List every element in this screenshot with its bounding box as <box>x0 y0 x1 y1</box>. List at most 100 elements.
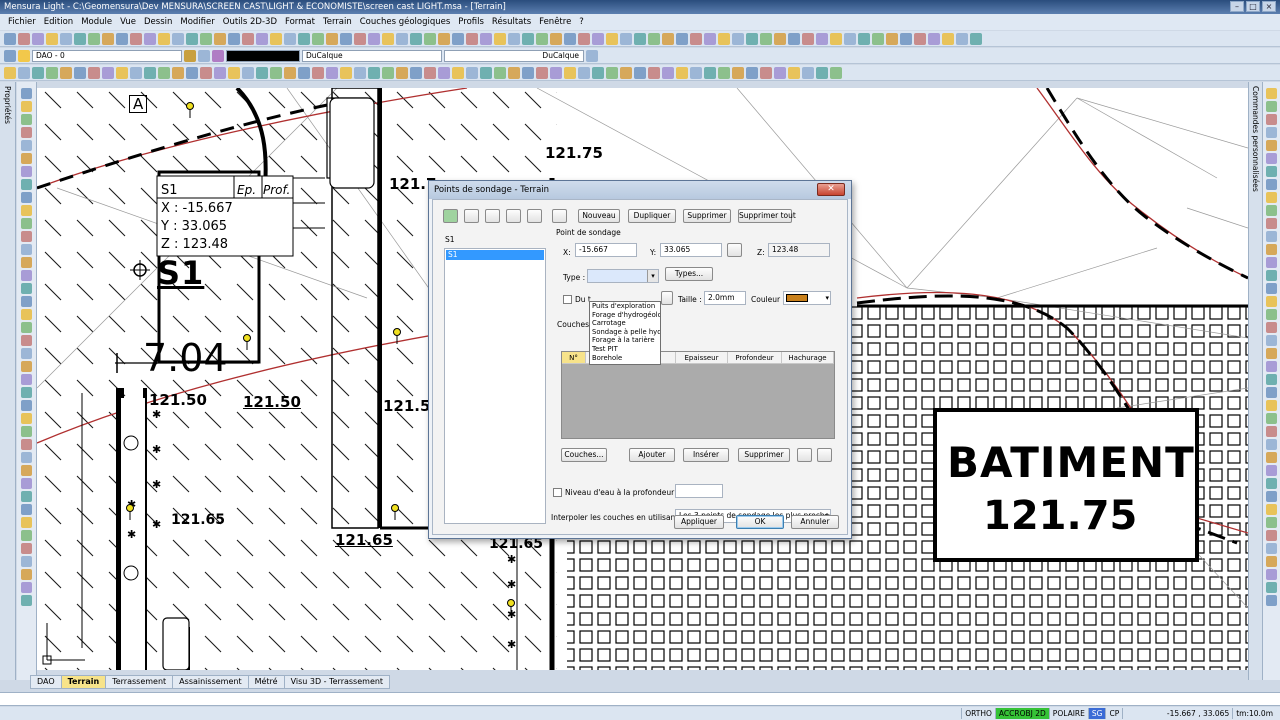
side-tool-icon[interactable] <box>1266 374 1277 385</box>
menu-resultats[interactable]: Résultats <box>488 17 535 27</box>
custom-commands-tab[interactable]: Commandes personnalisées <box>1251 86 1260 192</box>
toolbar-tool-icon[interactable] <box>970 32 982 45</box>
side-tool-icon[interactable] <box>21 348 32 359</box>
side-tool-icon[interactable] <box>1266 257 1277 268</box>
side-tool-icon[interactable] <box>1266 283 1277 294</box>
toolbar-tool-icon[interactable] <box>186 66 198 79</box>
toolbar-tool-icon[interactable] <box>46 32 58 45</box>
tab-assainissement[interactable]: Assainissement <box>172 675 249 689</box>
toolbar-tool-icon[interactable] <box>60 66 72 79</box>
toolbar-tool-icon[interactable] <box>522 66 534 79</box>
arrow-up-green-icon[interactable] <box>464 209 479 223</box>
toolbar-tool-icon[interactable] <box>830 66 842 79</box>
pick-pointer-icon[interactable] <box>552 209 567 223</box>
taille-field[interactable]: 2.0mm <box>704 291 746 305</box>
menu-format[interactable]: Format <box>281 17 319 27</box>
toolbar-tool-icon[interactable] <box>662 32 674 45</box>
tab-visu3d[interactable]: Visu 3D - Terrassement <box>283 675 391 689</box>
close-window-button[interactable]: × <box>1262 1 1276 12</box>
side-tool-icon[interactable] <box>1266 244 1277 255</box>
toolbar-tool-icon[interactable] <box>172 66 184 79</box>
arrow-down-icon[interactable] <box>817 448 832 462</box>
toolbar-tool-icon[interactable] <box>18 66 30 79</box>
side-tool-icon[interactable] <box>1266 413 1277 424</box>
side-tool-icon[interactable] <box>1266 101 1277 112</box>
toolbar-tool-icon[interactable] <box>270 66 282 79</box>
toolbar-tool-icon[interactable] <box>928 32 940 45</box>
side-tool-icon[interactable] <box>21 517 32 528</box>
toolbar-tool-icon[interactable] <box>578 66 590 79</box>
side-tool-icon[interactable] <box>21 335 32 346</box>
toolbar-tool-icon[interactable] <box>732 66 744 79</box>
toolbar-tool-icon[interactable] <box>508 32 520 45</box>
side-tool-icon[interactable] <box>1266 595 1277 606</box>
toolbar-tool-icon[interactable] <box>102 32 114 45</box>
toolbar-tool-icon[interactable] <box>74 66 86 79</box>
toolbar-tool-icon[interactable] <box>130 32 142 45</box>
side-tool-icon[interactable] <box>1266 192 1277 203</box>
toolbar-tool-icon[interactable] <box>382 66 394 79</box>
side-tool-icon[interactable] <box>21 569 32 580</box>
toolbar-tool-icon[interactable] <box>116 66 128 79</box>
ortho-toggle[interactable]: ORTHO <box>961 708 995 719</box>
toolbar-tool-icon[interactable] <box>4 66 16 79</box>
side-tool-icon[interactable] <box>21 439 32 450</box>
supprimer-tout-button[interactable]: Supprimer tout <box>738 209 796 223</box>
import-icon[interactable] <box>443 209 458 223</box>
toolbar-tool-icon[interactable] <box>452 66 464 79</box>
toolbar-tool-icon[interactable] <box>536 66 548 79</box>
side-tool-icon[interactable] <box>21 179 32 190</box>
side-tool-icon[interactable] <box>21 400 32 411</box>
toolbar-tool-icon[interactable] <box>32 66 44 79</box>
tab-terrain[interactable]: Terrain <box>60 675 107 689</box>
toolbar-tool-icon[interactable] <box>18 32 30 45</box>
toolbar-tool-icon[interactable] <box>200 66 212 79</box>
toolbar-tool-icon[interactable] <box>214 66 226 79</box>
side-tool-icon[interactable] <box>21 322 32 333</box>
side-tool-icon[interactable] <box>1266 114 1277 125</box>
side-tool-icon[interactable] <box>21 504 32 515</box>
toolbar-tool-icon[interactable] <box>914 32 926 45</box>
dialog-title-bar[interactable]: Points de sondage - Terrain ✕ <box>429 181 851 199</box>
appliquer-button[interactable]: Appliquer <box>674 515 724 529</box>
side-tool-icon[interactable] <box>1266 361 1277 372</box>
toolbar-tool-icon[interactable] <box>158 66 170 79</box>
side-tool-icon[interactable] <box>21 270 32 281</box>
menu-module[interactable]: Module <box>77 17 116 27</box>
maximize-button[interactable]: □ <box>1246 1 1260 12</box>
grid-header-epaisseur[interactable]: Epaisseur <box>676 352 728 364</box>
side-tool-icon[interactable] <box>21 244 32 255</box>
side-tool-icon[interactable] <box>21 413 32 424</box>
side-tool-icon[interactable] <box>1266 543 1277 554</box>
toolbar-tool-icon[interactable] <box>284 66 296 79</box>
toolbar-tool-icon[interactable] <box>844 32 856 45</box>
menu-vue[interactable]: Vue <box>116 17 140 27</box>
side-tool-icon[interactable] <box>1266 439 1277 450</box>
side-tool-icon[interactable] <box>1266 88 1277 99</box>
toolbar-tool-icon[interactable] <box>326 66 338 79</box>
side-tool-icon[interactable] <box>21 452 32 463</box>
toolbar-tool-icon[interactable] <box>620 32 632 45</box>
side-tool-icon[interactable] <box>21 465 32 476</box>
toolbar-tool-icon[interactable] <box>760 32 772 45</box>
move-first-icon[interactable] <box>506 209 521 223</box>
side-tool-icon[interactable] <box>1266 270 1277 281</box>
toolbar-tool-icon[interactable] <box>634 32 646 45</box>
toolbar-tool-icon[interactable] <box>438 66 450 79</box>
type-option[interactable]: Carrotage <box>590 319 660 328</box>
move-last-icon[interactable] <box>527 209 542 223</box>
toolbar-tool-icon[interactable] <box>802 66 814 79</box>
toolbar-tool-icon[interactable] <box>116 32 128 45</box>
couches-button[interactable]: Couches... <box>561 448 607 462</box>
cp-toggle[interactable]: CP <box>1105 708 1122 719</box>
side-tool-icon[interactable] <box>1266 231 1277 242</box>
toolbar-tool-icon[interactable] <box>676 66 688 79</box>
toolbar-tool-icon[interactable] <box>704 32 716 45</box>
side-tool-icon[interactable] <box>1266 140 1277 151</box>
side-tool-icon[interactable] <box>1266 569 1277 580</box>
side-tool-icon[interactable] <box>21 205 32 216</box>
toolbar-tool-icon[interactable] <box>690 32 702 45</box>
color-select[interactable] <box>226 49 300 62</box>
couleur-select[interactable]: ▾ <box>783 291 831 305</box>
side-tool-icon[interactable] <box>1266 452 1277 463</box>
